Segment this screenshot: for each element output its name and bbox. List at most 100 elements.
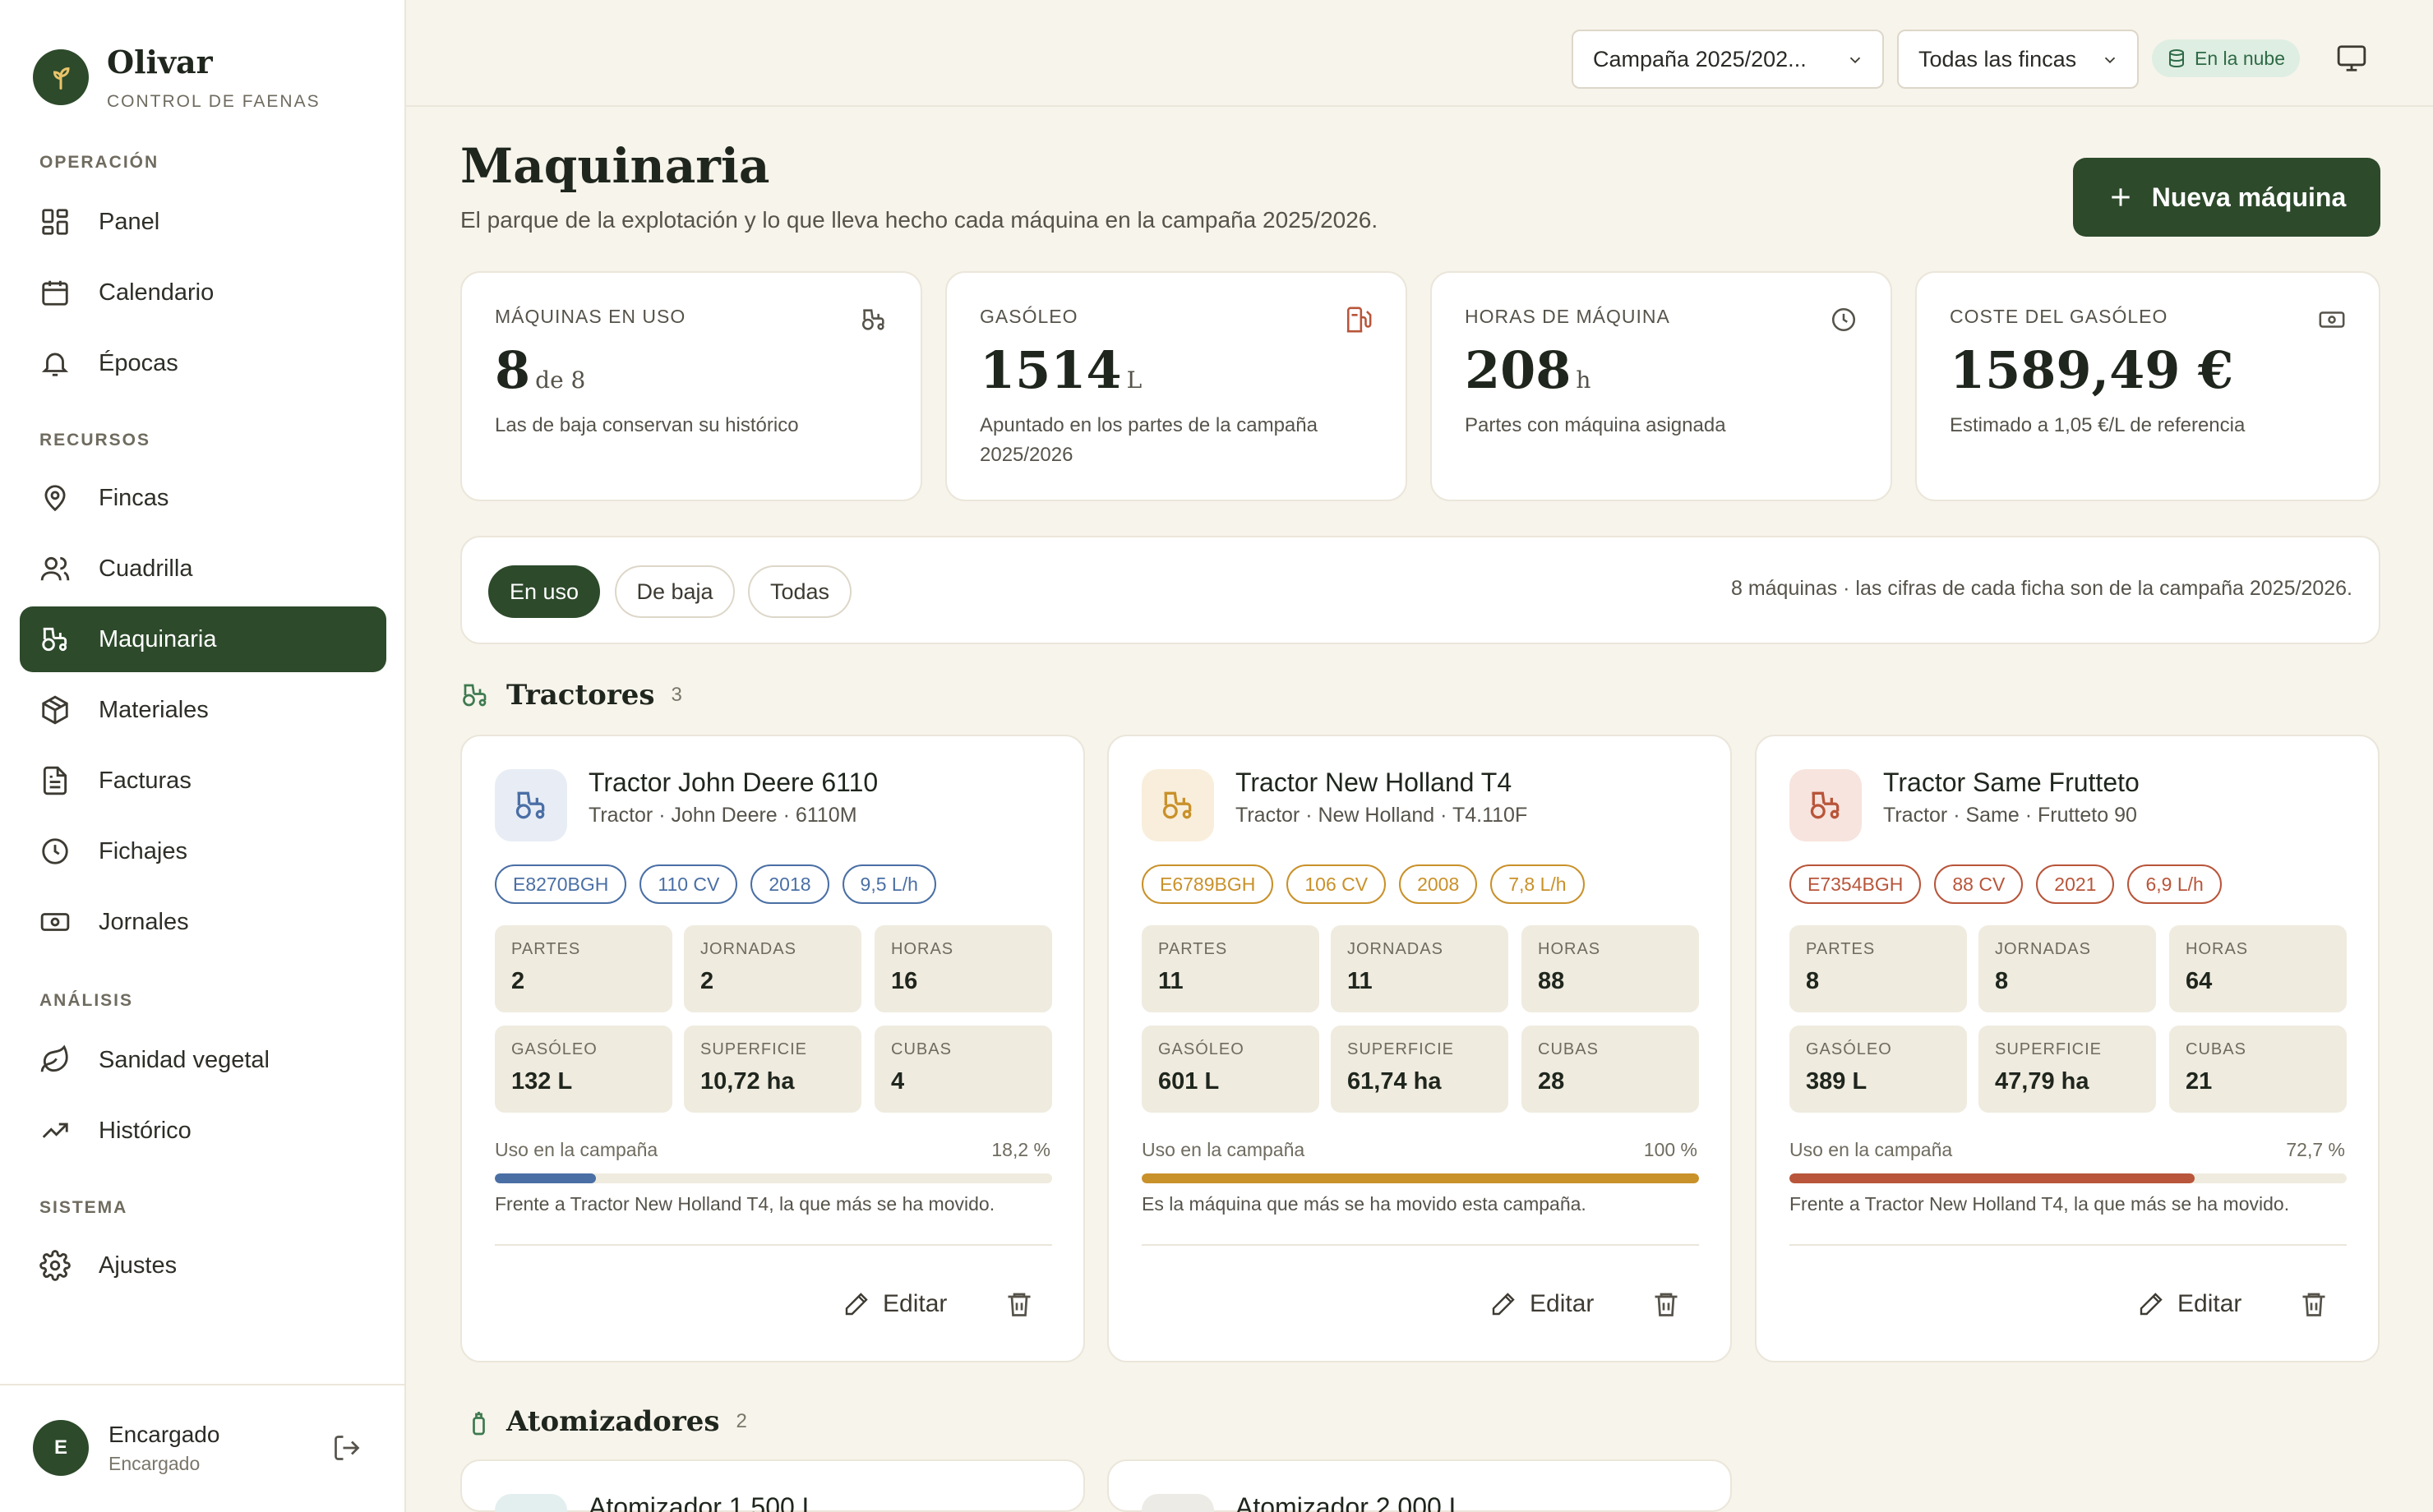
avatar: E — [33, 1420, 89, 1476]
filter-bar: En uso De baja Todas 8 máquinas · las ci… — [460, 536, 2380, 644]
nav-section-operacion: OPERACIÓN — [39, 153, 159, 172]
trash-icon[interactable] — [2299, 1288, 2329, 1320]
machine-tag: 88 CV — [1934, 864, 2024, 904]
monitor-icon[interactable] — [2336, 43, 2367, 74]
usage-bar — [1142, 1173, 1699, 1183]
edit-button[interactable]: Editar — [2138, 1284, 2241, 1325]
metric-label: GASÓLEO — [1158, 1040, 1244, 1058]
sidebar: Olivar CONTROL DE FAENAS OPERACIÓN Panel… — [0, 0, 406, 1512]
edit-label: Editar — [1530, 1290, 1595, 1317]
machine-tag: 106 CV — [1286, 864, 1387, 904]
metric-value: 16 — [891, 968, 918, 994]
machine-tag: E7354BGH — [1789, 864, 1922, 904]
sidebar-item-label: Sanidad vegetal — [99, 1046, 270, 1073]
stat-label: MÁQUINAS EN USO — [495, 306, 686, 327]
metric-label: CUBAS — [1538, 1040, 1599, 1058]
metric-label: PARTES — [511, 940, 581, 958]
metric-label: JORNADAS — [1995, 940, 2091, 958]
machine-icon — [1142, 769, 1214, 841]
sidebar-item-fichajes[interactable]: Fichajes — [20, 818, 386, 884]
metric-tile: SUPERFICIE 47,79 ha — [1978, 1026, 2156, 1113]
stat-unit: L — [1126, 366, 1143, 394]
group-count: 3 — [671, 684, 682, 706]
trash-icon[interactable] — [1651, 1288, 1681, 1320]
group-title: Tractores — [506, 679, 655, 712]
machine-subtitle: Tractor · John Deere · 6110M — [589, 804, 857, 827]
cloud-status-label: En la nube — [2195, 47, 2285, 69]
machine-card: Tractor John Deere 6110 Tractor · John D… — [460, 735, 1085, 1362]
new-machine-button[interactable]: Nueva máquina — [2073, 158, 2380, 237]
sidebar-item-label: Fichajes — [99, 837, 187, 864]
divider — [1142, 1244, 1699, 1246]
sidebar-item-materiales[interactable]: Materiales — [20, 677, 386, 743]
stat-hint: Apuntado en los partes de la campaña 202… — [980, 414, 1318, 466]
sidebar-item-fincas[interactable]: Fincas — [20, 465, 386, 531]
sidebar-item-sanidad-vegetal[interactable]: Sanidad vegetal — [20, 1027, 386, 1093]
campaign-select[interactable]: Campaña 2025/202... — [1572, 30, 1884, 89]
stat-label: HORAS DE MÁQUINA — [1465, 306, 1670, 327]
sidebar-item-calendario[interactable]: Calendario — [20, 260, 386, 325]
chevron-down-icon — [2104, 57, 2116, 64]
sidebar-item-epocas[interactable]: Épocas — [20, 330, 386, 396]
machine-card: Tractor Same Frutteto Tractor · Same · F… — [1755, 735, 2380, 1362]
stat-unit: de 8 — [535, 366, 586, 394]
sidebar-item-label: Materiales — [99, 696, 209, 723]
clock-icon — [42, 838, 68, 864]
metric-tile: GASÓLEO 601 L — [1142, 1026, 1319, 1113]
trash-icon[interactable] — [1004, 1288, 1034, 1320]
metric-label: SUPERFICIE — [1995, 1040, 2103, 1058]
sidebar-item-panel[interactable]: Panel — [20, 189, 386, 255]
metric-value: 8 — [1995, 968, 2009, 994]
sidebar-item-jornales[interactable]: Jornales — [20, 889, 386, 955]
filter-chip-en-uso[interactable]: En uso — [488, 565, 600, 618]
farm-select-value: Todas las fincas — [1918, 46, 2077, 71]
banknote-icon — [2319, 311, 2345, 328]
sprayer-icon — [495, 1494, 567, 1512]
brand[interactable]: Olivar CONTROL DE FAENAS — [33, 43, 321, 112]
stat-card-machines: MÁQUINAS EN USO 8 de 8 Las de baja conser… — [460, 271, 922, 501]
metric-tile: JORNADAS 11 — [1331, 925, 1508, 1012]
sidebar-item-maquinaria[interactable]: Maquinaria — [20, 606, 386, 672]
machine-name: Tractor John Deere 6110 — [589, 768, 879, 797]
sidebar-item-historico[interactable]: Histórico — [20, 1098, 386, 1164]
trending-icon — [42, 1122, 68, 1138]
filter-chip-todas[interactable]: Todas — [748, 565, 852, 618]
database-icon — [2169, 49, 2184, 68]
usage-note: Frente a Tractor New Holland T4, la que … — [495, 1193, 995, 1215]
stat-hint: Estimado a 1,05 €/L de referencia — [1950, 414, 2246, 436]
sidebar-item-cuadrilla[interactable]: Cuadrilla — [20, 536, 386, 602]
pencil-icon — [2140, 1293, 2163, 1316]
machine-name: Atomizador 2.000 L — [1235, 1492, 1464, 1512]
edit-button[interactable]: Editar — [843, 1284, 947, 1325]
metric-tile: PARTES 2 — [495, 925, 672, 1012]
machine-subtitle: Tractor · New Holland · T4.110F — [1235, 804, 1528, 827]
metric-tile: JORNADAS 2 — [684, 925, 861, 1012]
sidebar-item-label: Ajustes — [99, 1252, 178, 1279]
metric-tile: HORAS 64 — [2169, 925, 2347, 1012]
usage-bar-fill — [495, 1173, 597, 1183]
metric-tile: CUBAS 21 — [2169, 1026, 2347, 1113]
chevron-down-icon — [1849, 57, 1861, 64]
edit-button[interactable]: Editar — [1490, 1284, 1594, 1325]
group-count: 2 — [736, 1410, 747, 1432]
metric-value: 61,74 ha — [1347, 1068, 1442, 1095]
filter-chip-de-baja[interactable]: De baja — [615, 565, 735, 618]
metric-label: CUBAS — [891, 1040, 952, 1058]
stat-label: GASÓLEO — [980, 306, 1078, 327]
banknote-icon — [40, 913, 70, 931]
logout-icon[interactable] — [332, 1433, 362, 1463]
tractor-icon — [42, 627, 67, 652]
sidebar-item-label: Histórico — [99, 1117, 192, 1144]
metric-tile: GASÓLEO 389 L — [1789, 1026, 1967, 1113]
farm-select[interactable]: Todas las fincas — [1897, 30, 2139, 89]
sidebar-item-facturas[interactable]: Facturas — [20, 748, 386, 814]
stat-card-fuel-cost: COSTE DEL GASÓLEO 1589,49 € Estimado a 1… — [1915, 271, 2380, 501]
usage-bar — [495, 1173, 1052, 1183]
machine-tag: 2021 — [2036, 864, 2115, 904]
page-title: Maquinaria — [460, 138, 770, 194]
metric-value: 47,79 ha — [1995, 1068, 2089, 1095]
sidebar-item-ajustes[interactable]: Ajustes — [20, 1233, 386, 1298]
group-heading-tractores: Tractores 3 — [460, 679, 682, 712]
nav-section-recursos: RECURSOS — [39, 431, 151, 449]
metric-tile: PARTES 8 — [1789, 925, 1967, 1012]
